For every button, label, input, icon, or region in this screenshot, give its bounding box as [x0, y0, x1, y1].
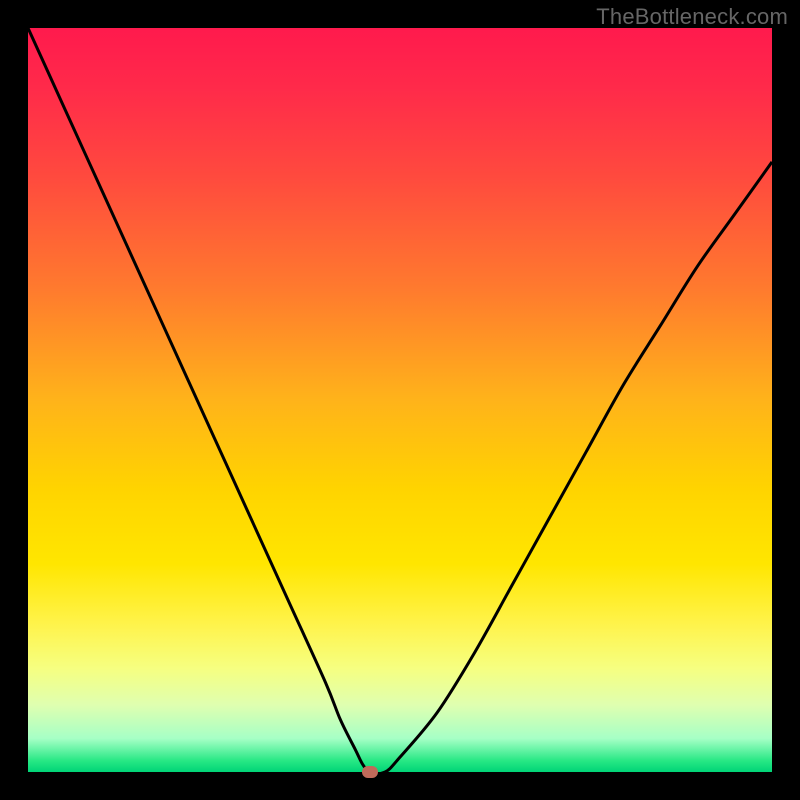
plot-area	[28, 28, 772, 772]
background-gradient	[28, 28, 772, 772]
chart-frame: TheBottleneck.com	[0, 0, 800, 800]
watermark-text: TheBottleneck.com	[596, 4, 788, 30]
optimal-marker	[362, 766, 378, 778]
